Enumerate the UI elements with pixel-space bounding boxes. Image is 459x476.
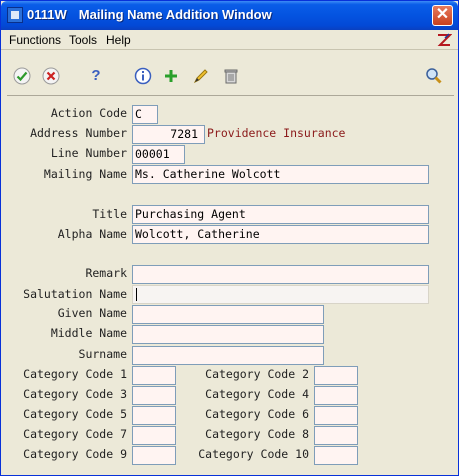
surname-field[interactable] bbox=[132, 346, 324, 365]
category-code-9-label: Category Code 9 bbox=[23, 447, 127, 461]
category-code-6-field[interactable] bbox=[314, 406, 358, 425]
info-icon[interactable] bbox=[134, 67, 152, 85]
category-code-5-label: Category Code 5 bbox=[23, 407, 127, 421]
title-field[interactable]: Purchasing Agent bbox=[132, 205, 429, 224]
salutation-name-field[interactable] bbox=[132, 285, 429, 304]
mailing-name-field[interactable]: Ms. Catherine Wolcott bbox=[132, 165, 429, 184]
category-code-8-field[interactable] bbox=[314, 426, 358, 445]
toolbar: ? bbox=[1, 57, 458, 95]
title-bar[interactable]: 0111W Mailing Name Addition Window ✕ bbox=[1, 1, 458, 30]
alpha-name-field[interactable]: Wolcott, Catherine bbox=[132, 225, 429, 244]
category-code-8-label: Category Code 8 bbox=[205, 427, 309, 441]
cancel-x-icon[interactable] bbox=[42, 67, 60, 85]
category-code-4-label: Category Code 4 bbox=[205, 387, 309, 401]
pencil-icon[interactable] bbox=[192, 67, 210, 85]
trash-icon[interactable] bbox=[222, 67, 240, 85]
category-code-6-label: Category Code 6 bbox=[205, 407, 309, 421]
surname-label: Surname bbox=[78, 347, 127, 361]
category-code-9-field[interactable] bbox=[132, 446, 176, 465]
category-code-3-label: Category Code 3 bbox=[23, 387, 127, 401]
jde-logo-icon bbox=[436, 32, 453, 48]
menu-functions[interactable]: Functions bbox=[9, 33, 61, 47]
question-icon[interactable]: ? bbox=[87, 67, 105, 85]
category-code-3-field[interactable] bbox=[132, 386, 176, 405]
category-code-2-field[interactable] bbox=[314, 366, 358, 385]
check-icon[interactable] bbox=[13, 67, 31, 85]
menu-help[interactable]: Help bbox=[106, 33, 131, 47]
middle-name-label: Middle Name bbox=[50, 326, 127, 340]
mailing-name-addition-window: 0111W Mailing Name Addition Window ✕ Func… bbox=[0, 0, 459, 476]
salutation-name-label: Salutation Name bbox=[23, 287, 127, 301]
address-number-label: Address Number bbox=[30, 126, 127, 140]
alpha-name-label: Alpha Name bbox=[57, 227, 127, 241]
action-code-label: Action Code bbox=[50, 106, 127, 120]
middle-name-field[interactable] bbox=[132, 325, 324, 344]
plus-icon[interactable] bbox=[162, 67, 180, 85]
remark-label: Remark bbox=[85, 266, 127, 280]
given-name-label: Given Name bbox=[57, 306, 127, 320]
magnifier-icon[interactable] bbox=[425, 67, 443, 85]
category-code-1-label: Category Code 1 bbox=[23, 367, 127, 381]
category-code-10-label: Category Code 10 bbox=[198, 447, 309, 461]
address-number-description: Providence Insurance bbox=[207, 126, 346, 140]
mailing-name-label: Mailing Name bbox=[43, 167, 127, 181]
category-code-4-field[interactable] bbox=[314, 386, 358, 405]
close-button[interactable]: ✕ bbox=[432, 5, 453, 26]
title-label: Title bbox=[92, 207, 127, 221]
app-icon bbox=[7, 7, 23, 23]
address-number-field[interactable]: 7281 bbox=[132, 125, 205, 144]
category-code-5-field[interactable] bbox=[132, 406, 176, 425]
category-code-7-field[interactable] bbox=[132, 426, 176, 445]
category-code-1-field[interactable] bbox=[132, 366, 176, 385]
given-name-field[interactable] bbox=[132, 305, 324, 324]
window-title-text: Mailing Name Addition Window bbox=[78, 7, 272, 22]
form-code: 0111W bbox=[27, 7, 67, 22]
category-code-10-field[interactable] bbox=[314, 446, 358, 465]
close-icon: ✕ bbox=[435, 6, 450, 23]
menu-bar: Functions Tools Help bbox=[1, 30, 458, 50]
category-code-2-label: Category Code 2 bbox=[205, 367, 309, 381]
action-code-field[interactable]: C bbox=[132, 105, 158, 124]
menu-tools[interactable]: Tools bbox=[69, 33, 97, 47]
remark-field[interactable] bbox=[132, 265, 429, 284]
category-code-7-label: Category Code 7 bbox=[23, 427, 127, 441]
line-number-field[interactable]: 00001 bbox=[132, 145, 185, 164]
window-title: 0111W Mailing Name Addition Window bbox=[27, 7, 272, 22]
text-caret bbox=[136, 288, 137, 301]
line-number-label: Line Number bbox=[50, 146, 127, 160]
